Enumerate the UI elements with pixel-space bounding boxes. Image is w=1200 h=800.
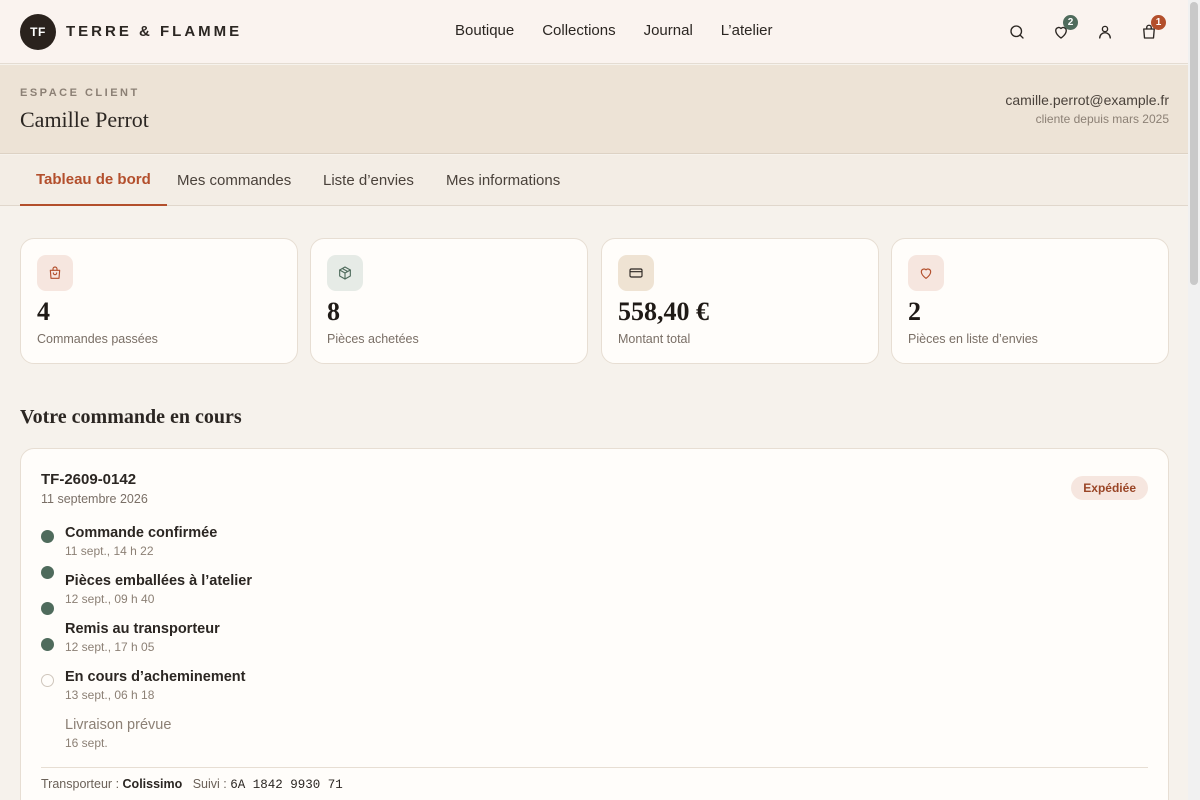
step-dot-done: [41, 602, 54, 615]
site-header: TF TERRE & FLAMME Boutique Collections J…: [0, 0, 1188, 64]
stat-label: Pièces achetées: [327, 332, 419, 346]
scrollbar-thumb[interactable]: [1190, 2, 1198, 285]
current-order-card: TF-2609-0142 11 septembre 2026 Expédiée …: [20, 448, 1169, 800]
divider: [41, 767, 1148, 768]
stat-label: Commandes passées: [37, 332, 158, 346]
carrier-name: Colissimo: [122, 777, 183, 791]
user-icon[interactable]: [1093, 20, 1117, 44]
customer-email: camille.perrot@example.fr: [1005, 92, 1169, 108]
step-time: 11 sept., 14 h 22: [65, 544, 154, 558]
tracking-label: Suivi :: [192, 777, 227, 791]
nav-journal[interactable]: Journal: [644, 22, 693, 39]
order-date: 11 septembre 2026: [41, 492, 148, 506]
section-title: Votre commande en cours: [20, 406, 242, 428]
main-nav: Boutique Collections Journal L’atelier: [455, 22, 773, 39]
nav-boutique[interactable]: Boutique: [455, 22, 514, 39]
brand-name[interactable]: TERRE & FLAMME: [66, 23, 242, 40]
account-tabs: Tableau de bord Mes commandes Liste d’en…: [0, 155, 1188, 206]
carrier-label: Transporteur :: [41, 777, 120, 791]
shipping-info: Transporteur : Colissimo Suivi : 6A 1842…: [41, 777, 343, 792]
step-time: 16 sept.: [65, 736, 108, 750]
tracking-number[interactable]: 6A 1842 9930 71: [230, 778, 343, 792]
stat-card-orders: 4 Commandes passées: [20, 238, 298, 364]
tab-dashboard[interactable]: Tableau de bord: [20, 155, 167, 206]
box-icon: [327, 255, 363, 291]
tab-orders[interactable]: Mes commandes: [177, 155, 291, 206]
logo-badge[interactable]: TF: [20, 14, 56, 50]
scrollbar-track[interactable]: [1188, 0, 1200, 800]
step-dot-done: [41, 566, 54, 579]
stat-value: 8: [327, 297, 340, 326]
step-time: 12 sept., 09 h 40: [65, 592, 155, 606]
step-time: 12 sept., 17 h 05: [65, 640, 155, 654]
bag-icon[interactable]: 1: [1137, 15, 1166, 44]
stat-card-pieces: 8 Pièces achetées: [310, 238, 588, 364]
stat-value: 558,40 €: [618, 297, 709, 326]
stat-card-total: 558,40 € Montant total: [601, 238, 879, 364]
tab-information[interactable]: Mes informations: [446, 155, 560, 206]
stat-label: Pièces en liste d’envies: [908, 332, 1038, 346]
nav-atelier[interactable]: L’atelier: [721, 22, 773, 39]
step-title: Livraison prévue: [65, 717, 172, 733]
stat-card-wishlist: 2 Pièces en liste d’envies: [891, 238, 1169, 364]
step-dot-done: [41, 638, 54, 651]
step-title: En cours d’acheminement: [65, 669, 246, 685]
bag-icon: [37, 255, 73, 291]
order-id[interactable]: TF-2609-0142: [41, 471, 136, 488]
customer-name: Camille Perrot: [20, 107, 149, 132]
heart-icon: [908, 255, 944, 291]
step-title: Pièces emballées à l’atelier: [65, 573, 253, 589]
heart-icon[interactable]: 2: [1049, 15, 1078, 44]
search-icon[interactable]: [1005, 20, 1029, 44]
step-title: Commande confirmée: [65, 525, 218, 541]
wishlist-count-badge: 2: [1063, 15, 1078, 30]
account-eyebrow: ESPACE CLIENT: [20, 87, 140, 99]
step-time: 13 sept., 06 h 18: [65, 688, 155, 702]
customer-since: cliente depuis mars 2025: [1035, 112, 1169, 126]
stat-value: 4: [37, 297, 50, 326]
step-title: Remis au transporteur: [65, 621, 220, 637]
nav-collections[interactable]: Collections: [542, 22, 615, 39]
cart-count-badge: 1: [1151, 15, 1166, 30]
stat-value: 2: [908, 297, 921, 326]
status-badge: Expédiée: [1071, 476, 1148, 500]
account-header: ESPACE CLIENT Camille Perrot camille.per…: [0, 65, 1188, 154]
card-icon: [618, 255, 654, 291]
stat-label: Montant total: [618, 332, 691, 346]
step-dot-done: [41, 530, 54, 543]
tab-wishlist[interactable]: Liste d’envies: [323, 155, 414, 206]
step-dot-pending: [41, 674, 54, 687]
